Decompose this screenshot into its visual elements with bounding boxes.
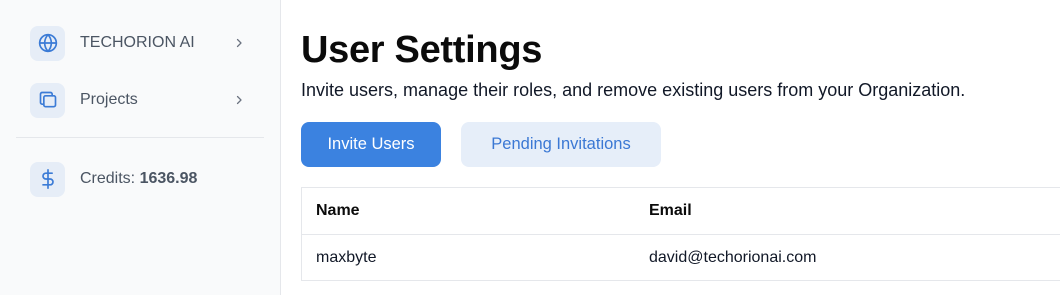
page-title: User Settings	[301, 29, 543, 71]
users-table: Name Email maxbyte david@techorionai.com	[301, 187, 1060, 281]
column-header-name[interactable]: Name	[302, 202, 635, 220]
user-name-cell: maxbyte	[316, 248, 377, 266]
chevron-right-icon	[232, 93, 246, 107]
chevron-right-icon	[232, 36, 246, 50]
page-description: Invite users, manage their roles, and re…	[301, 80, 966, 100]
credits-item[interactable]: Credits: 1636.98	[0, 161, 280, 197]
app-window: TECHORION AI Projects Credits: 1636.98 U…	[0, 0, 1060, 295]
sidebar: TECHORION AI Projects Credits: 1636.98	[0, 0, 281, 295]
folders-icon	[30, 82, 65, 118]
user-email-cell: david@techorionai.com	[649, 248, 817, 266]
pending-invitations-button[interactable]: Pending Invitations	[461, 122, 661, 167]
table-row[interactable]: maxbyte david@techorionai.com	[302, 234, 1060, 280]
credits-label: Credits: 1636.98	[80, 170, 246, 188]
sidebar-item-projects[interactable]: Projects	[0, 82, 280, 118]
credits-value: 1636.98	[139, 170, 198, 187]
sidebar-divider	[16, 137, 264, 138]
main-content: User Settings Invite users, manage their…	[281, 0, 1060, 295]
column-header-email[interactable]: Email	[635, 202, 1060, 220]
sidebar-item-label: Projects	[80, 91, 138, 108]
dollar-icon	[30, 161, 65, 197]
table-header-row: Name Email	[302, 188, 1060, 234]
credits-text: Credits:	[80, 170, 136, 187]
globe-icon	[30, 25, 65, 61]
invite-users-button[interactable]: Invite Users	[301, 122, 441, 167]
action-bar: Invite Users Pending Invitations	[301, 122, 1060, 167]
sidebar-item-label: TECHORION AI	[80, 34, 195, 51]
sidebar-item-organization[interactable]: TECHORION AI	[0, 25, 280, 61]
